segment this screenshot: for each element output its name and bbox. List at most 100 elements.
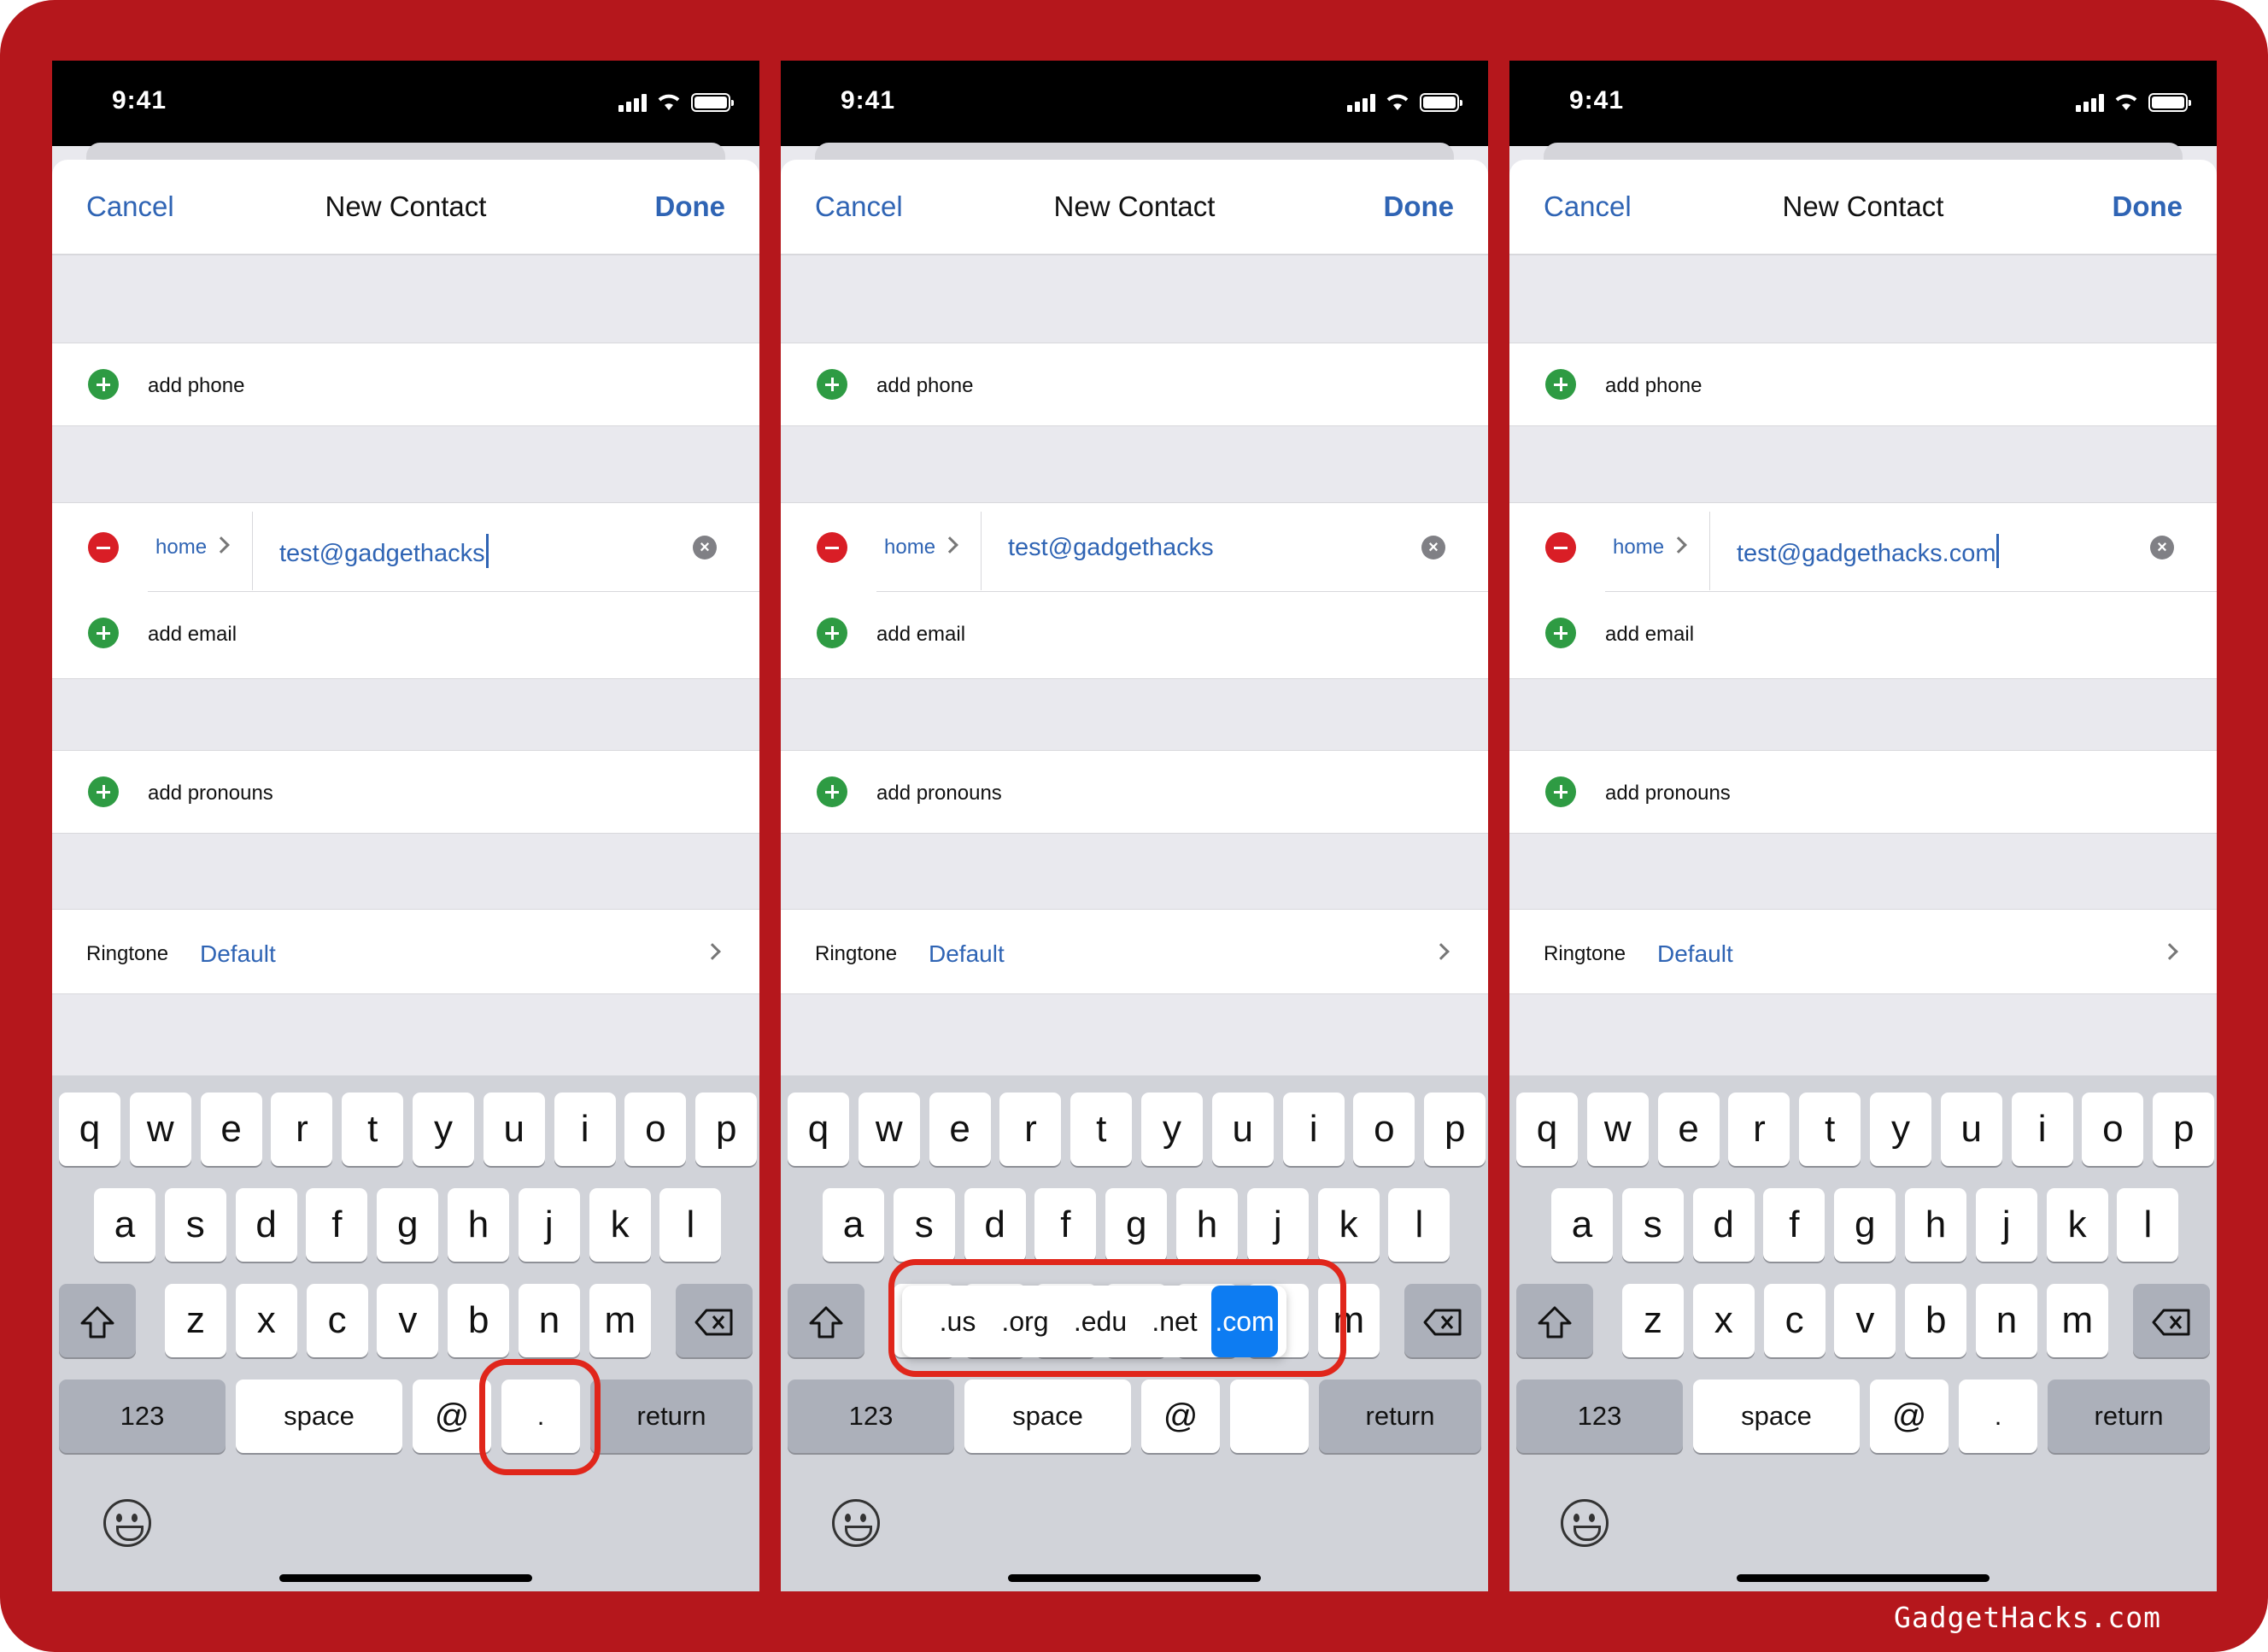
- key-m[interactable]: m: [589, 1284, 651, 1357]
- done-button[interactable]: Done: [1384, 190, 1455, 223]
- key-z[interactable]: z: [165, 1284, 226, 1357]
- key-o[interactable]: o: [2082, 1093, 2144, 1166]
- clear-icon[interactable]: ×: [1421, 536, 1445, 559]
- key-q[interactable]: q: [788, 1093, 849, 1166]
- add-pronouns-row[interactable]: add pronouns: [781, 750, 1488, 834]
- numbers-key[interactable]: 123: [59, 1380, 226, 1453]
- key-h[interactable]: h: [1905, 1188, 1966, 1262]
- dot-key-pressed[interactable]: [1230, 1380, 1309, 1453]
- email-input[interactable]: test@gadgethacks: [279, 534, 489, 568]
- key-t[interactable]: t: [1070, 1093, 1133, 1166]
- key-s[interactable]: s: [1621, 1188, 1684, 1262]
- delete-key[interactable]: [676, 1284, 753, 1357]
- key-w[interactable]: w: [1586, 1093, 1649, 1166]
- key-a[interactable]: a: [94, 1188, 155, 1262]
- key-d[interactable]: d: [1692, 1188, 1755, 1262]
- delete-key[interactable]: [1404, 1284, 1481, 1357]
- key-w[interactable]: w: [858, 1093, 920, 1166]
- ringtone-row[interactable]: Ringtone Default: [52, 909, 759, 994]
- space-key[interactable]: space: [964, 1380, 1131, 1453]
- return-key[interactable]: return: [1319, 1380, 1481, 1453]
- key-j[interactable]: j: [518, 1188, 580, 1262]
- key-e[interactable]: e: [200, 1093, 262, 1166]
- key-t[interactable]: t: [342, 1093, 404, 1166]
- key-v[interactable]: v: [1834, 1284, 1896, 1357]
- key-s[interactable]: s: [164, 1188, 226, 1262]
- email-label-selector[interactable]: home: [1613, 536, 1664, 559]
- key-p[interactable]: p: [1424, 1093, 1486, 1166]
- key-y[interactable]: y: [1870, 1093, 1931, 1166]
- key-c[interactable]: c: [306, 1284, 368, 1357]
- key-k[interactable]: k: [1317, 1188, 1380, 1262]
- key-d[interactable]: d: [964, 1188, 1026, 1262]
- space-key[interactable]: space: [1693, 1380, 1860, 1453]
- add-phone-row[interactable]: add phone: [781, 343, 1488, 426]
- key-k[interactable]: k: [589, 1188, 651, 1262]
- done-button[interactable]: Done: [2113, 190, 2183, 223]
- key-y[interactable]: y: [413, 1093, 474, 1166]
- key-r[interactable]: r: [999, 1093, 1062, 1166]
- return-key[interactable]: return: [2048, 1380, 2210, 1453]
- key-w[interactable]: w: [129, 1093, 191, 1166]
- key-o[interactable]: o: [1353, 1093, 1415, 1166]
- key-k[interactable]: k: [2046, 1188, 2108, 1262]
- add-pronouns-row[interactable]: add pronouns: [1509, 750, 2217, 834]
- emoji-icon[interactable]: [832, 1499, 880, 1547]
- key-c[interactable]: c: [1763, 1284, 1826, 1357]
- key-l[interactable]: l: [1388, 1188, 1450, 1262]
- emoji-icon[interactable]: [1561, 1499, 1609, 1547]
- key-e[interactable]: e: [929, 1093, 991, 1166]
- key-l[interactable]: l: [2117, 1188, 2179, 1262]
- space-key[interactable]: space: [236, 1380, 402, 1453]
- key-g[interactable]: g: [1834, 1188, 1896, 1262]
- key-q[interactable]: q: [59, 1093, 120, 1166]
- ringtone-row[interactable]: Ringtone Default: [781, 909, 1488, 994]
- email-input[interactable]: test@gadgethacks.com: [1737, 534, 2000, 568]
- key-t[interactable]: t: [1799, 1093, 1861, 1166]
- clear-icon[interactable]: ×: [693, 536, 717, 559]
- shift-key[interactable]: [1516, 1284, 1593, 1357]
- add-email-label[interactable]: add email: [148, 623, 237, 647]
- key-q[interactable]: q: [1516, 1093, 1578, 1166]
- dot-key[interactable]: .: [1959, 1380, 2037, 1453]
- key-u[interactable]: u: [483, 1093, 545, 1166]
- key-h[interactable]: h: [1176, 1188, 1238, 1262]
- key-b[interactable]: b: [448, 1284, 510, 1357]
- remove-email-icon[interactable]: [1545, 532, 1576, 563]
- key-m[interactable]: m: [2046, 1284, 2108, 1357]
- key-i[interactable]: i: [2011, 1093, 2073, 1166]
- clear-icon[interactable]: ×: [2150, 536, 2174, 559]
- key-f[interactable]: f: [1034, 1188, 1097, 1262]
- key-b[interactable]: b: [1905, 1284, 1967, 1357]
- key-g[interactable]: g: [377, 1188, 439, 1262]
- numbers-key[interactable]: 123: [788, 1380, 954, 1453]
- key-p[interactable]: p: [695, 1093, 758, 1166]
- shift-key[interactable]: [59, 1284, 136, 1357]
- email-input[interactable]: test@gadgethacks: [1008, 534, 1214, 562]
- key-a[interactable]: a: [823, 1188, 884, 1262]
- key-d[interactable]: d: [235, 1188, 297, 1262]
- shift-key[interactable]: [788, 1284, 864, 1357]
- emoji-icon[interactable]: [103, 1499, 151, 1547]
- key-a[interactable]: a: [1551, 1188, 1613, 1262]
- email-label-selector[interactable]: home: [884, 536, 935, 559]
- key-o[interactable]: o: [624, 1093, 687, 1166]
- at-key[interactable]: @: [1141, 1380, 1220, 1453]
- key-z[interactable]: z: [1622, 1284, 1684, 1357]
- key-e[interactable]: e: [1657, 1093, 1720, 1166]
- key-n[interactable]: n: [519, 1284, 580, 1357]
- key-g[interactable]: g: [1105, 1188, 1168, 1262]
- remove-email-icon[interactable]: [88, 532, 119, 563]
- add-pronouns-row[interactable]: add pronouns: [52, 750, 759, 834]
- key-l[interactable]: l: [659, 1188, 722, 1262]
- key-r[interactable]: r: [271, 1093, 333, 1166]
- numbers-key[interactable]: 123: [1516, 1380, 1683, 1453]
- key-v[interactable]: v: [377, 1284, 439, 1357]
- key-h[interactable]: h: [448, 1188, 509, 1262]
- key-r[interactable]: r: [1728, 1093, 1790, 1166]
- add-email-label[interactable]: add email: [876, 623, 965, 647]
- return-key[interactable]: return: [590, 1380, 753, 1453]
- key-f[interactable]: f: [1763, 1188, 1826, 1262]
- add-phone-row[interactable]: add phone: [1509, 343, 2217, 426]
- key-p[interactable]: p: [2153, 1093, 2215, 1166]
